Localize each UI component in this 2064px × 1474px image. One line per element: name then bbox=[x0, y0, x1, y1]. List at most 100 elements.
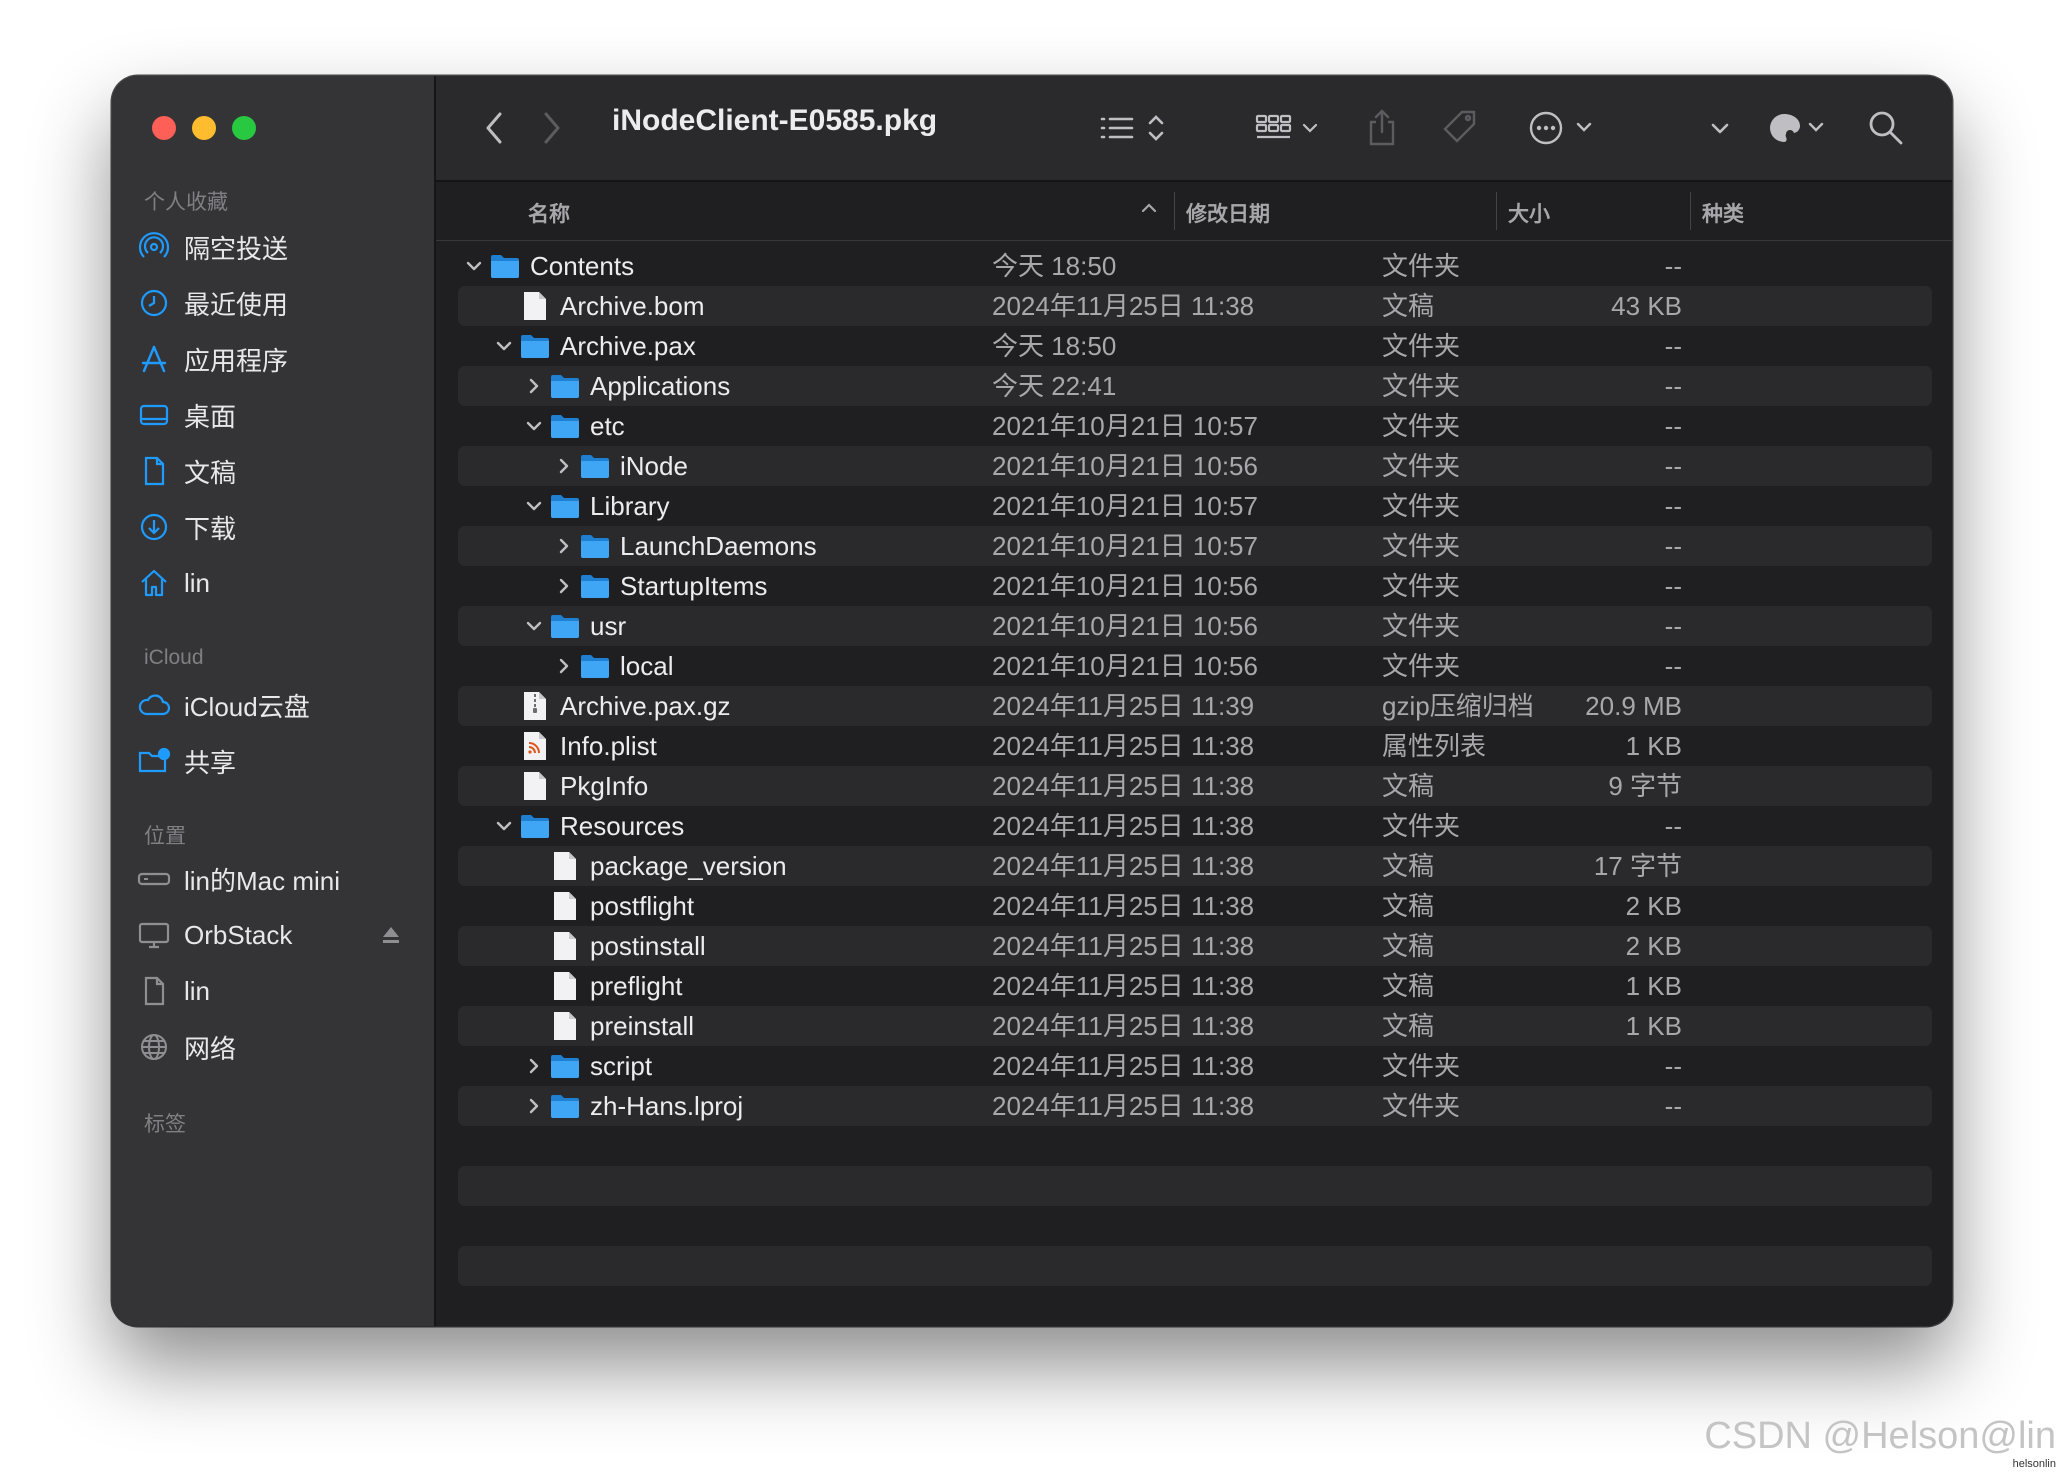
sidebar-item-mac-mini[interactable]: lin的Mac mini bbox=[136, 854, 412, 904]
group-button[interactable] bbox=[1252, 106, 1328, 150]
table-row[interactable]: iNode 2021年10月21日 10:56 -- 文件夹 bbox=[458, 446, 1932, 486]
tag-button[interactable] bbox=[1436, 104, 1484, 152]
folder-icon bbox=[580, 451, 610, 481]
table-row[interactable]: local 2021年10月21日 10:56 -- 文件夹 bbox=[458, 646, 1932, 686]
chevron-down-icon[interactable] bbox=[522, 414, 546, 438]
file-kind: 文件夹 bbox=[1382, 571, 1461, 601]
sidebar-item-icloud-drive[interactable]: iCloud云盘 bbox=[136, 680, 412, 730]
share-button[interactable] bbox=[1360, 104, 1404, 152]
table-row[interactable]: LaunchDaemons 2021年10月21日 10:57 -- 文件夹 bbox=[458, 526, 1932, 566]
table-row[interactable]: usr 2021年10月21日 10:56 -- 文件夹 bbox=[458, 606, 1932, 646]
chevron-right-icon[interactable] bbox=[522, 1054, 546, 1078]
table-row[interactable]: zh-Hans.lproj 2024年11月25日 11:38 -- 文件夹 bbox=[458, 1086, 1932, 1126]
chevron-right-icon[interactable] bbox=[552, 574, 576, 598]
file-name: LaunchDaemons bbox=[620, 530, 817, 561]
sidebar-item-label: 最近使用 bbox=[184, 289, 289, 320]
action-menu-button[interactable] bbox=[1526, 104, 1606, 152]
chevron-right-icon[interactable] bbox=[552, 454, 576, 478]
column-kind-header[interactable]: 种类 bbox=[1702, 198, 1744, 228]
chevron-down-icon[interactable] bbox=[492, 334, 516, 358]
table-row[interactable]: Archive.bom 2024年11月25日 11:38 43 KB 文稿 bbox=[458, 286, 1932, 326]
airdrop-icon bbox=[136, 229, 172, 265]
file-name: preflight bbox=[590, 970, 683, 1001]
table-row[interactable]: Archive.pax.gz 2024年11月25日 11:39 20.9 MB gz… bbox=[458, 686, 1932, 726]
document-icon bbox=[136, 973, 172, 1009]
column-date-header[interactable]: 修改日期 bbox=[1186, 198, 1270, 228]
table-row[interactable]: script 2024年11月25日 11:38 -- 文件夹 bbox=[458, 1046, 1932, 1086]
file-kind: 文件夹 bbox=[1382, 331, 1461, 361]
file-name: Info.plist bbox=[560, 730, 657, 761]
name-cell: preflight bbox=[522, 966, 683, 1006]
grid-icon bbox=[1255, 114, 1318, 139]
close-button[interactable] bbox=[152, 116, 176, 140]
chevron-right-icon[interactable] bbox=[552, 654, 576, 678]
name-cell: script bbox=[522, 1046, 652, 1086]
folder-icon bbox=[580, 651, 610, 681]
name-cell: Resources bbox=[492, 806, 684, 846]
file-name: postinstall bbox=[590, 930, 706, 961]
sidebar-item-label: 桌面 bbox=[184, 401, 237, 432]
document-file-icon bbox=[520, 291, 550, 321]
sidebar-item-orbstack[interactable]: OrbStack bbox=[136, 910, 412, 960]
table-row[interactable]: preflight 2024年11月25日 11:38 1 KB 文稿 bbox=[458, 966, 1932, 1006]
table-row[interactable]: package_version 2024年11月25日 11:38 17 字节 文稿 bbox=[458, 846, 1932, 886]
eject-icon[interactable] bbox=[380, 924, 402, 951]
sidebar-item-airdrop[interactable]: 隔空投送 bbox=[136, 222, 412, 272]
file-kind: 文稿 bbox=[1382, 291, 1435, 321]
table-row[interactable]: postinstall 2024年11月25日 11:38 2 KB 文稿 bbox=[458, 926, 1932, 966]
name-cell: Info.plist bbox=[492, 726, 657, 766]
zoom-button[interactable] bbox=[232, 116, 256, 140]
more-toolbar-button[interactable] bbox=[1700, 106, 1740, 150]
table-row[interactable]: Library 2021年10月21日 10:57 -- 文件夹 bbox=[458, 486, 1932, 526]
watermark-small-text: helsonlin bbox=[2012, 1458, 2056, 1470]
chevron-right-icon[interactable] bbox=[522, 374, 546, 398]
table-row[interactable]: PkgInfo 2024年11月25日 11:38 9 字节 文稿 bbox=[458, 766, 1932, 806]
file-date: 2024年11月25日 11:38 bbox=[992, 1091, 1255, 1121]
column-name-header[interactable]: 名称 bbox=[528, 198, 570, 228]
sidebar-item-recents[interactable]: 最近使用 bbox=[136, 278, 412, 328]
chevron-down-icon[interactable] bbox=[492, 814, 516, 838]
file-kind: 文件夹 bbox=[1382, 371, 1461, 401]
table-row[interactable]: postflight 2024年11月25日 11:38 2 KB 文稿 bbox=[458, 886, 1932, 926]
table-row[interactable]: etc 2021年10月21日 10:57 -- 文件夹 bbox=[458, 406, 1932, 446]
extension-button[interactable] bbox=[1764, 104, 1834, 152]
table-row[interactable]: Resources 2024年11月25日 11:38 -- 文件夹 bbox=[458, 806, 1932, 846]
sidebar-item-home[interactable]: lin bbox=[136, 558, 412, 608]
sidebar-item-documents[interactable]: 文稿 bbox=[136, 446, 412, 496]
table-row[interactable]: Archive.pax 今天 18:50 -- 文件夹 bbox=[458, 326, 1932, 366]
chevron-right-icon[interactable] bbox=[552, 534, 576, 558]
file-date: 2024年11月25日 11:38 bbox=[992, 811, 1255, 841]
view-list-button[interactable] bbox=[1096, 106, 1172, 150]
folder-icon bbox=[550, 491, 580, 521]
minimize-button[interactable] bbox=[192, 116, 216, 140]
sidebar-item-applications[interactable]: 应用程序 bbox=[136, 334, 412, 384]
chevron-down-icon[interactable] bbox=[522, 494, 546, 518]
sidebar-item-downloads[interactable]: 下载 bbox=[136, 502, 412, 552]
sidebar-item-shared[interactable]: 共享 bbox=[136, 736, 412, 786]
chevron-down-icon[interactable] bbox=[522, 614, 546, 638]
table-row[interactable]: Contents 今天 18:50 -- 文件夹 bbox=[458, 246, 1932, 286]
file-size: -- bbox=[1664, 331, 1682, 361]
table-row[interactable]: StartupItems 2021年10月21日 10:56 -- 文件夹 bbox=[458, 566, 1932, 606]
sort-ascending-icon[interactable] bbox=[1140, 200, 1158, 219]
chevron-down-icon[interactable] bbox=[462, 254, 486, 278]
column-divider[interactable] bbox=[1690, 192, 1691, 230]
column-divider[interactable] bbox=[1496, 192, 1497, 230]
file-date: 2021年10月21日 10:56 bbox=[992, 611, 1258, 641]
search-button[interactable] bbox=[1862, 104, 1910, 152]
sidebar-item-lin-disk[interactable]: lin bbox=[136, 966, 412, 1016]
sidebar-item-network[interactable]: 网络 bbox=[136, 1022, 412, 1072]
table-row[interactable]: Info.plist 2024年11月25日 11:38 1 KB 属性列表 bbox=[458, 726, 1932, 766]
chevron-right-icon[interactable] bbox=[522, 1094, 546, 1118]
toolbar: iNodeClient-E0585.pkg bbox=[436, 76, 1952, 182]
column-divider[interactable] bbox=[1174, 192, 1175, 230]
sidebar-item-desktop[interactable]: 桌面 bbox=[136, 390, 412, 440]
file-date: 2024年11月25日 11:39 bbox=[992, 691, 1255, 721]
file-size: 9 字节 bbox=[1608, 771, 1682, 801]
forward-button[interactable] bbox=[532, 108, 572, 148]
table-row[interactable]: Applications 今天 22:41 -- 文件夹 bbox=[458, 366, 1932, 406]
back-button[interactable] bbox=[474, 108, 514, 148]
column-size-header[interactable]: 大小 bbox=[1508, 198, 1550, 228]
table-row[interactable]: preinstall 2024年11月25日 11:38 1 KB 文稿 bbox=[458, 1006, 1932, 1046]
